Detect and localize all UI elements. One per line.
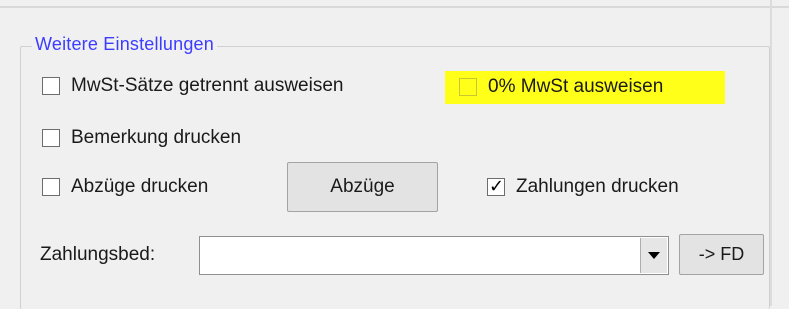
checkbox-null-mwst[interactable]: 0% MwSt ausweisen — [459, 76, 663, 98]
checkbox-label: 0% MwSt ausweisen — [488, 76, 664, 97]
combobox-dropdown-button[interactable] — [640, 238, 667, 273]
checkbox-box[interactable]: ✓ — [487, 176, 505, 196]
groupbox-title: Weitere Einstellungen — [32, 34, 217, 55]
fd-button[interactable]: -> FD — [679, 234, 764, 275]
checkbox-label: Zahlungen drucken — [516, 176, 679, 197]
checkbox-bemerkung[interactable]: Bemerkung drucken — [42, 127, 241, 149]
checkbox-box[interactable] — [459, 78, 477, 96]
checkbox-box[interactable] — [42, 77, 60, 95]
checkbox-mwst-getrennt[interactable]: MwSt-Sätze getrennt ausweisen — [42, 75, 343, 97]
checkbox-label: Bemerkung drucken — [71, 127, 242, 148]
checkbox-box[interactable] — [42, 178, 60, 196]
right-separator — [770, 0, 772, 306]
chevron-down-icon — [648, 252, 660, 259]
checkmark-icon: ✓ — [489, 176, 505, 196]
checkbox-zahlungen-drucken[interactable]: ✓ Zahlungen drucken — [487, 176, 679, 198]
zahlungsbed-label: Zahlungsbed: — [40, 244, 156, 265]
zahlungsbed-combobox[interactable] — [199, 236, 669, 275]
checkbox-label: Abzüge drucken — [71, 176, 209, 197]
checkbox-box[interactable] — [42, 129, 60, 147]
checkbox-label: MwSt-Sätze getrennt ausweisen — [71, 75, 344, 96]
top-separator — [0, 0, 789, 8]
abzuege-button[interactable]: Abzüge — [287, 162, 438, 212]
checkbox-abzuege-drucken[interactable]: Abzüge drucken — [42, 176, 208, 198]
